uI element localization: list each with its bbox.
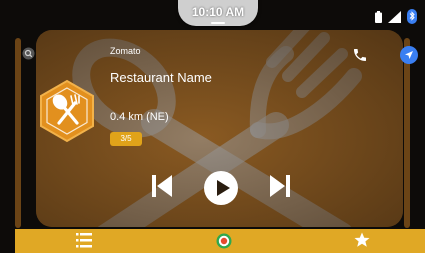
play-icon[interactable] [203, 170, 239, 206]
rating-badge: 3/5 [110, 132, 142, 146]
bluetooth-icon [407, 9, 417, 24]
clock-tab[interactable]: 10:10 AM [178, 0, 258, 26]
navigation-arrow-icon[interactable] [400, 46, 418, 64]
search-icon[interactable] [22, 47, 35, 60]
pull-handle [211, 22, 225, 24]
bottom-nav-bar [15, 229, 425, 253]
next-icon[interactable] [268, 173, 292, 199]
list-menu-icon[interactable] [76, 232, 92, 249]
distance-label: 0.4 km (NE) [110, 111, 169, 123]
android-auto-screen: 10:10 AM Zomato Restaurant Name 0.4 km (… [0, 0, 425, 253]
previous-icon[interactable] [150, 173, 174, 199]
left-edge-bar [15, 38, 21, 228]
right-edge-bar [404, 38, 410, 228]
clock: 10:10 AM [191, 5, 245, 19]
restaurant-title: Restaurant Name [110, 70, 212, 85]
fork-spoon-icon [40, 79, 94, 143]
cellular-signal-icon [388, 10, 401, 23]
status-icons [375, 9, 417, 24]
battery-icon [375, 10, 382, 23]
phone-icon[interactable] [352, 47, 368, 63]
star-icon[interactable] [353, 231, 371, 249]
home-circle-icon[interactable] [216, 233, 232, 249]
source-label: Zomato [110, 46, 141, 56]
